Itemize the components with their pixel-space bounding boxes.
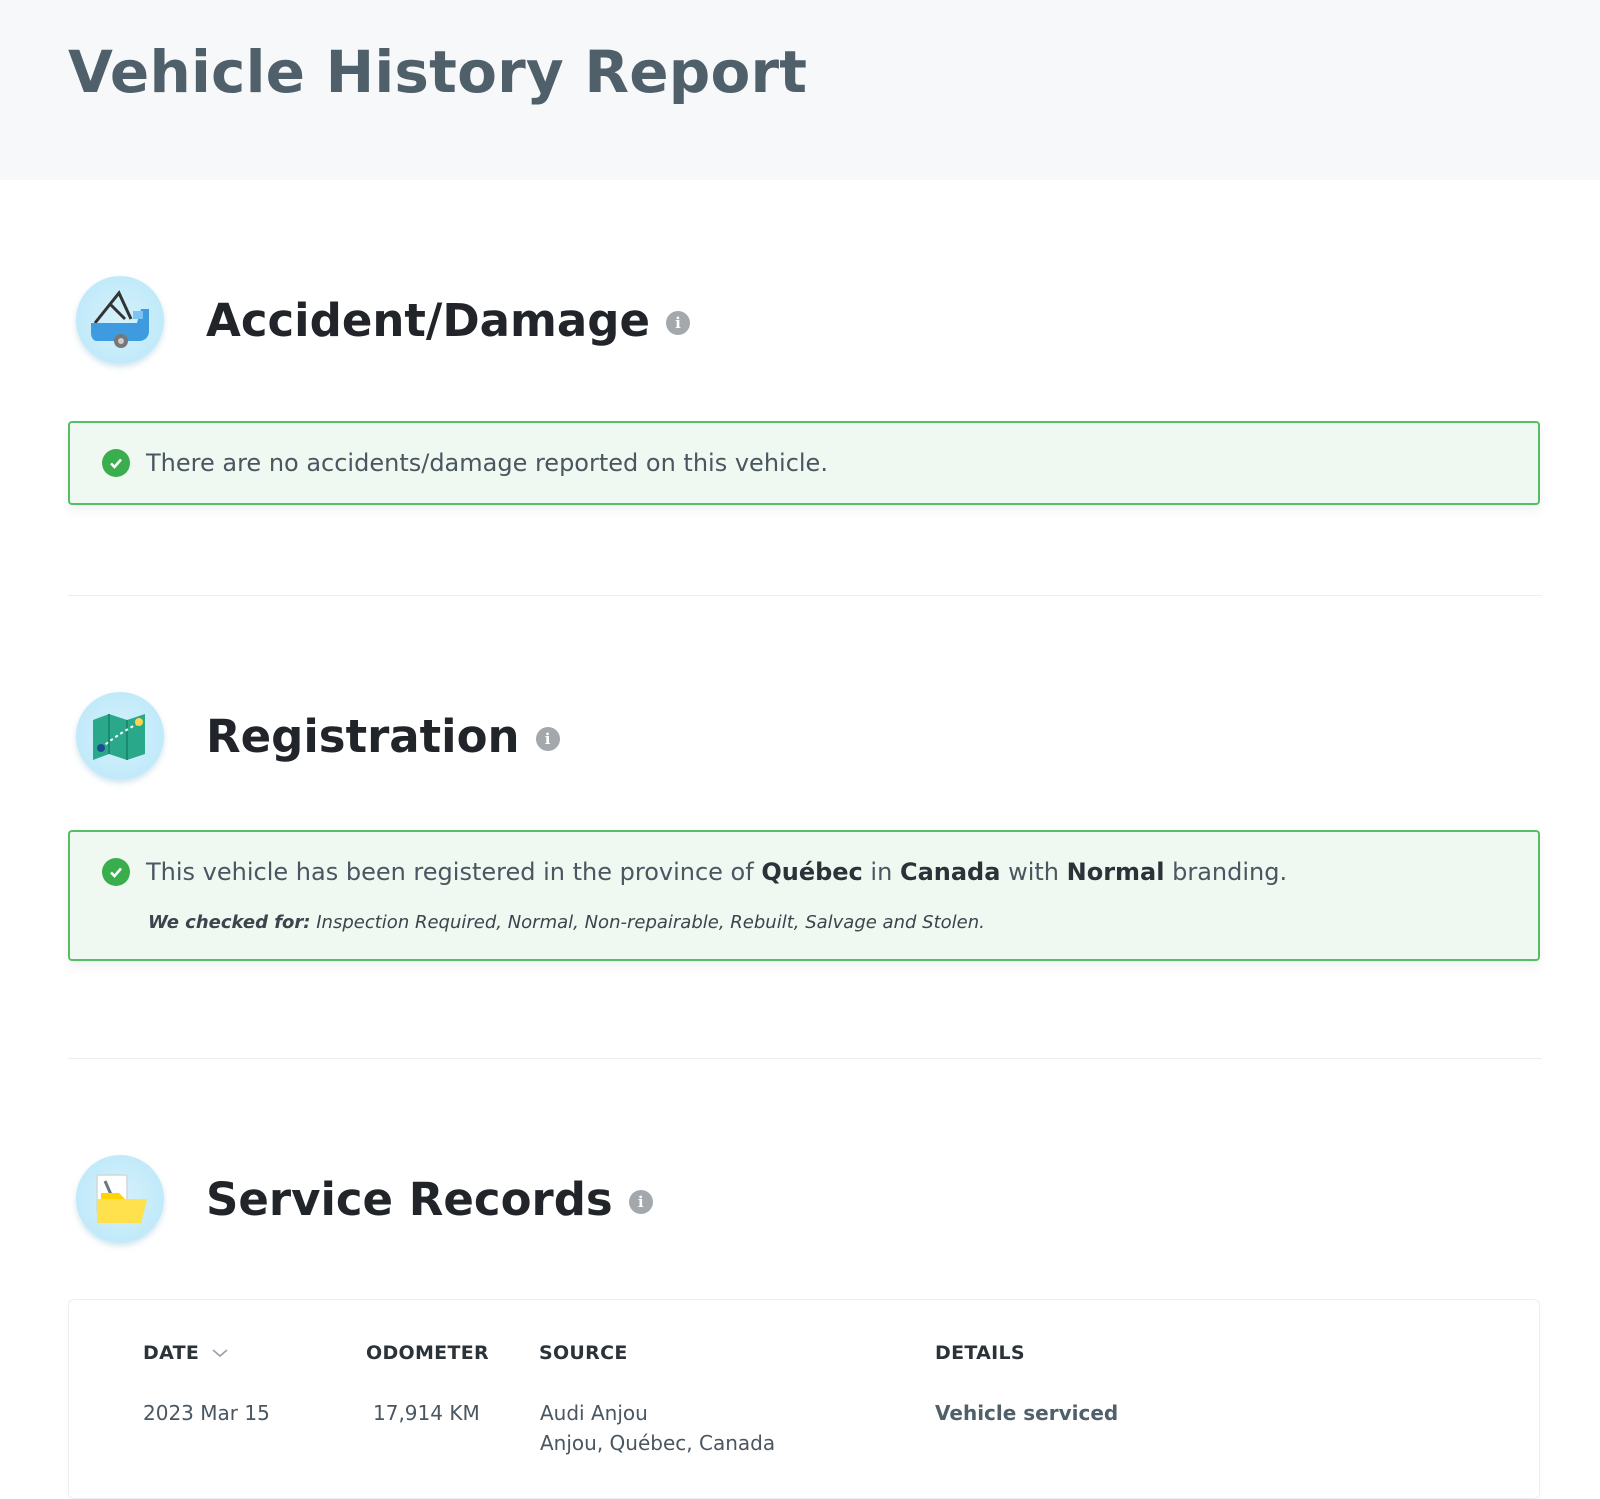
report-content: Accident/Damage i There are no accidents… — [68, 180, 1542, 1499]
column-header-date[interactable]: DATE — [143, 1342, 229, 1364]
check-circle-icon — [102, 449, 130, 477]
column-header-details: DETAILS — [935, 1342, 1025, 1364]
column-header-odometer: ODOMETER — [366, 1342, 489, 1364]
registration-section-title: Registration — [206, 709, 520, 763]
page-title: Vehicle History Report — [68, 38, 808, 106]
folder-wrench-icon — [76, 1155, 164, 1243]
registration-section: Registration i This vehicle has been reg… — [68, 596, 1542, 1058]
accident-section-title: Accident/Damage — [206, 293, 651, 347]
info-icon[interactable]: i — [535, 727, 560, 751]
row-odometer: 17,914 KM — [373, 1401, 480, 1425]
row-source-location: Anjou, Québec, Canada — [540, 1431, 776, 1455]
check-circle-icon — [102, 858, 130, 886]
accident-message: There are no accidents/damage reported o… — [146, 449, 828, 477]
province-value: Québec — [761, 858, 863, 886]
checked-for-line: We checked for: Inspection Required, Nor… — [148, 912, 985, 933]
row-date: 2023 Mar 15 — [143, 1401, 270, 1425]
page-header: Vehicle History Report — [0, 0, 1600, 180]
service-records-table: DATE ODOMETER SOURCE DETAILS 2023 Mar 15… — [68, 1299, 1540, 1499]
service-records-section: Service Records i DATE ODOMETER SOURCE D… — [68, 1059, 1542, 1499]
chevron-down-icon — [212, 1349, 228, 1358]
accident-damage-section: Accident/Damage i There are no accidents… — [68, 180, 1542, 595]
row-source-name: Audi Anjou — [540, 1401, 648, 1425]
map-icon — [76, 692, 164, 780]
registration-message: This vehicle has been registered in the … — [146, 858, 1288, 886]
service-section-title: Service Records — [206, 1172, 613, 1226]
info-icon[interactable]: i — [628, 1190, 653, 1214]
info-icon[interactable]: i — [666, 311, 691, 335]
country-value: Canada — [899, 858, 1001, 886]
accident-success-alert: There are no accidents/damage reported o… — [68, 421, 1540, 505]
column-header-source: SOURCE — [539, 1342, 628, 1364]
tow-truck-icon — [76, 276, 164, 364]
branding-value: Normal — [1066, 858, 1165, 886]
row-details: Vehicle serviced — [935, 1401, 1119, 1425]
registration-success-alert: This vehicle has been registered in the … — [68, 830, 1540, 961]
